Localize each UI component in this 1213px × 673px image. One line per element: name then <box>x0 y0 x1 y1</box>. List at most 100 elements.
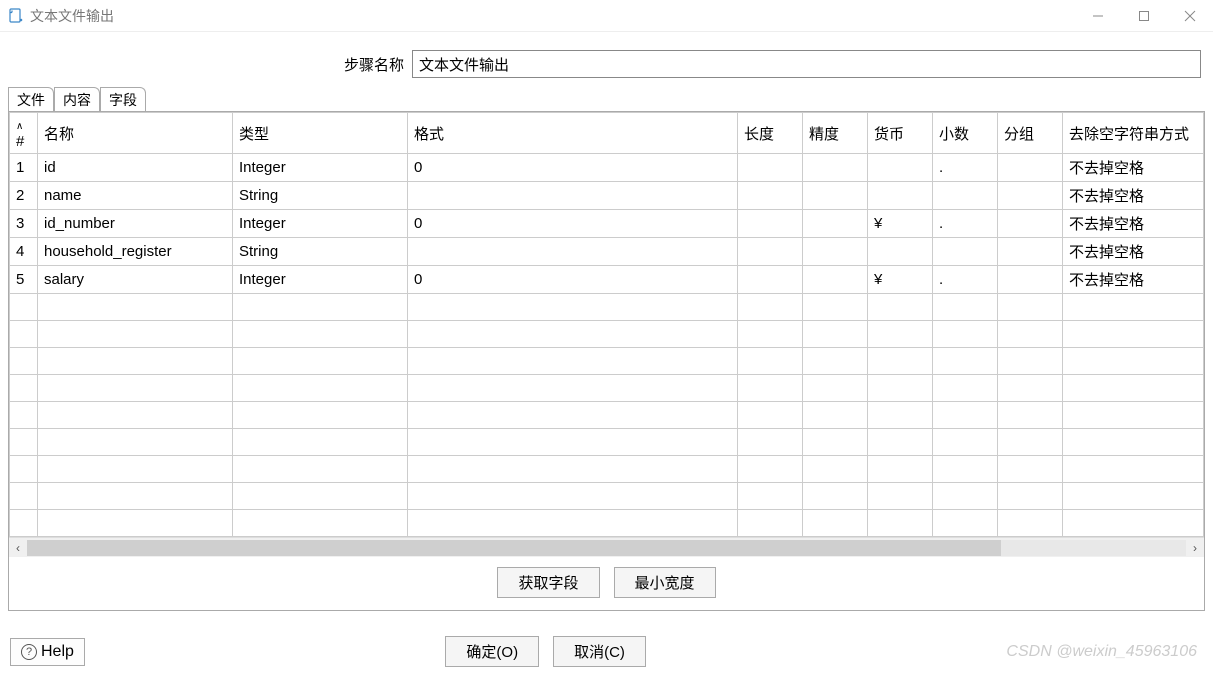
cell-empty[interactable] <box>38 402 233 429</box>
cell-empty[interactable] <box>1063 348 1204 375</box>
tab-content[interactable]: 内容 <box>54 87 100 112</box>
cell-format[interactable]: 0 <box>408 154 738 182</box>
col-name[interactable]: 名称 <box>38 113 233 154</box>
cell-empty[interactable] <box>1063 429 1204 456</box>
cell-length[interactable] <box>738 210 803 238</box>
cell-empty[interactable] <box>233 510 408 537</box>
cell-empty[interactable] <box>933 429 998 456</box>
cell-empty[interactable] <box>803 375 868 402</box>
cell-empty[interactable] <box>933 456 998 483</box>
cell-empty[interactable] <box>868 483 933 510</box>
cell-type[interactable]: Integer <box>233 266 408 294</box>
cell-trim[interactable]: 不去掉空格 <box>1063 154 1204 182</box>
cell-format[interactable] <box>408 238 738 266</box>
cell-empty[interactable] <box>1063 321 1204 348</box>
cell-empty[interactable] <box>38 348 233 375</box>
cell-length[interactable] <box>738 182 803 210</box>
cell-type[interactable]: String <box>233 238 408 266</box>
cell-empty[interactable] <box>998 348 1063 375</box>
cell-empty[interactable] <box>10 375 38 402</box>
cell-type[interactable]: Integer <box>233 210 408 238</box>
cell-empty[interactable] <box>408 375 738 402</box>
table-row[interactable]: 5salaryInteger0¥.不去掉空格 <box>10 266 1204 294</box>
cell-trim[interactable]: 不去掉空格 <box>1063 210 1204 238</box>
help-button[interactable]: ? Help <box>10 638 85 666</box>
minimize-button[interactable] <box>1075 0 1121 32</box>
col-group[interactable]: 分组 <box>998 113 1063 154</box>
cell-num[interactable]: 5 <box>10 266 38 294</box>
cell-num[interactable]: 4 <box>10 238 38 266</box>
cell-empty[interactable] <box>868 294 933 321</box>
table-row[interactable]: 2nameString不去掉空格 <box>10 182 1204 210</box>
cell-empty[interactable] <box>10 483 38 510</box>
tab-file[interactable]: 文件 <box>8 87 54 112</box>
table-row-empty[interactable] <box>10 456 1204 483</box>
scroll-thumb[interactable] <box>27 540 1001 556</box>
col-precision[interactable]: 精度 <box>803 113 868 154</box>
cell-empty[interactable] <box>1063 483 1204 510</box>
cell-empty[interactable] <box>738 375 803 402</box>
cell-empty[interactable] <box>233 294 408 321</box>
cell-type[interactable]: String <box>233 182 408 210</box>
cell-name[interactable]: salary <box>38 266 233 294</box>
cell-empty[interactable] <box>803 294 868 321</box>
cell-empty[interactable] <box>38 456 233 483</box>
cell-empty[interactable] <box>803 483 868 510</box>
cell-empty[interactable] <box>408 402 738 429</box>
cell-empty[interactable] <box>738 483 803 510</box>
cell-currency[interactable] <box>868 154 933 182</box>
cell-empty[interactable] <box>233 402 408 429</box>
cell-empty[interactable] <box>933 375 998 402</box>
cell-empty[interactable] <box>10 510 38 537</box>
cell-length[interactable] <box>738 238 803 266</box>
cell-length[interactable] <box>738 266 803 294</box>
cell-format[interactable]: 0 <box>408 210 738 238</box>
cell-decimal[interactable] <box>933 238 998 266</box>
cell-decimal[interactable]: . <box>933 266 998 294</box>
table-row-empty[interactable] <box>10 402 1204 429</box>
cell-trim[interactable]: 不去掉空格 <box>1063 238 1204 266</box>
cell-empty[interactable] <box>10 429 38 456</box>
cell-empty[interactable] <box>1063 375 1204 402</box>
cell-decimal[interactable] <box>933 182 998 210</box>
cell-empty[interactable] <box>233 456 408 483</box>
cell-empty[interactable] <box>408 294 738 321</box>
horizontal-scrollbar[interactable]: ‹ › <box>9 537 1204 557</box>
step-name-input[interactable] <box>412 50 1201 78</box>
cell-empty[interactable] <box>933 294 998 321</box>
scroll-left-arrow[interactable]: ‹ <box>9 539 27 557</box>
cell-empty[interactable] <box>738 429 803 456</box>
cell-empty[interactable] <box>233 429 408 456</box>
scroll-track[interactable] <box>27 540 1186 556</box>
maximize-button[interactable] <box>1121 0 1167 32</box>
cell-num[interactable]: 3 <box>10 210 38 238</box>
cell-currency[interactable] <box>868 182 933 210</box>
cell-empty[interactable] <box>998 456 1063 483</box>
cell-empty[interactable] <box>1063 402 1204 429</box>
cell-decimal[interactable]: . <box>933 210 998 238</box>
cell-empty[interactable] <box>868 375 933 402</box>
cell-empty[interactable] <box>738 348 803 375</box>
cell-empty[interactable] <box>868 402 933 429</box>
cell-empty[interactable] <box>998 510 1063 537</box>
cell-empty[interactable] <box>233 321 408 348</box>
tab-fields[interactable]: 字段 <box>100 87 146 112</box>
col-trim[interactable]: 去除空字符串方式 <box>1063 113 1204 154</box>
cell-empty[interactable] <box>803 456 868 483</box>
cell-empty[interactable] <box>10 402 38 429</box>
col-currency[interactable]: 货币 <box>868 113 933 154</box>
cell-empty[interactable] <box>803 510 868 537</box>
cancel-button[interactable]: 取消(C) <box>553 636 646 667</box>
close-button[interactable] <box>1167 0 1213 32</box>
cell-num[interactable]: 1 <box>10 154 38 182</box>
cell-empty[interactable] <box>998 429 1063 456</box>
cell-empty[interactable] <box>1063 510 1204 537</box>
cell-empty[interactable] <box>1063 294 1204 321</box>
cell-group[interactable] <box>998 210 1063 238</box>
cell-precision[interactable] <box>803 210 868 238</box>
col-type[interactable]: 类型 <box>233 113 408 154</box>
cell-empty[interactable] <box>868 348 933 375</box>
cell-precision[interactable] <box>803 182 868 210</box>
table-row-empty[interactable] <box>10 348 1204 375</box>
cell-precision[interactable] <box>803 266 868 294</box>
